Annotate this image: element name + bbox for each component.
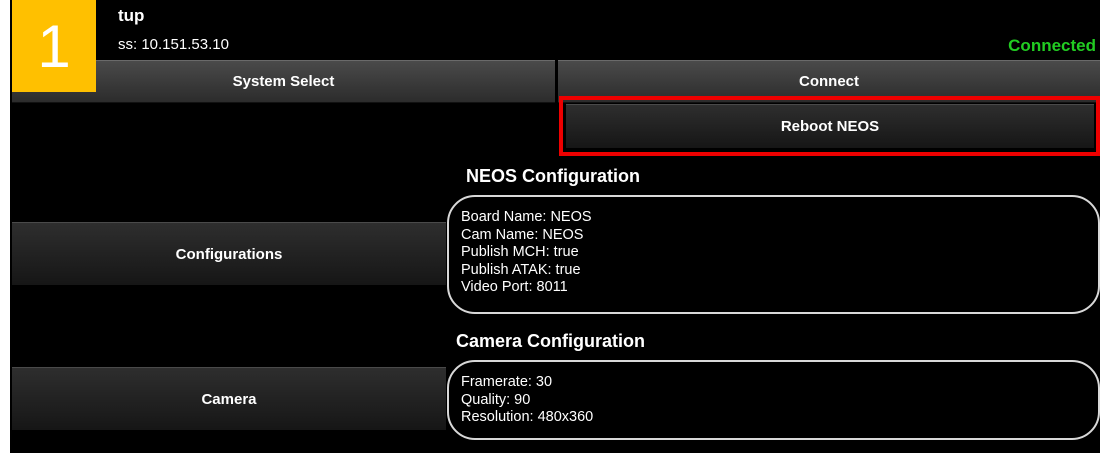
- camera-configuration-panel: Framerate: 30 Quality: 90 Resolution: 48…: [447, 360, 1100, 440]
- publish-atak-value: Publish ATAK: true: [461, 261, 581, 278]
- neos-configuration-panel: Board Name: NEOS Cam Name: NEOS Publish …: [447, 195, 1100, 314]
- app-screen: tup ss: 10.151.53.10 Connected System Se…: [10, 0, 1100, 453]
- connection-status: Connected: [1008, 36, 1096, 55]
- reboot-highlight-box: [559, 96, 1100, 156]
- quality-value: Quality: 90: [461, 391, 531, 408]
- cam-name-value: Cam Name: NEOS: [461, 226, 584, 243]
- neos-configuration-title: NEOS Configuration: [466, 166, 640, 186]
- camera-configuration-title: Camera Configuration: [456, 331, 646, 351]
- framerate-value: Framerate: 30: [461, 374, 553, 390]
- board-name-value: Board Name: NEOS: [461, 209, 592, 225]
- configurations-button[interactable]: Configurations: [12, 222, 446, 286]
- publish-mch-value: Publish MCH: true: [461, 244, 579, 260]
- video-port-value: Video Port: 8011: [461, 279, 568, 295]
- ip-address-label: ss: 10.151.53.10: [118, 36, 229, 53]
- app-title: tup: [118, 6, 145, 25]
- resolution-value: Resolution: 480x360: [461, 409, 594, 425]
- camera-button[interactable]: Camera: [12, 367, 446, 431]
- step-number-badge: 1: [12, 0, 96, 92]
